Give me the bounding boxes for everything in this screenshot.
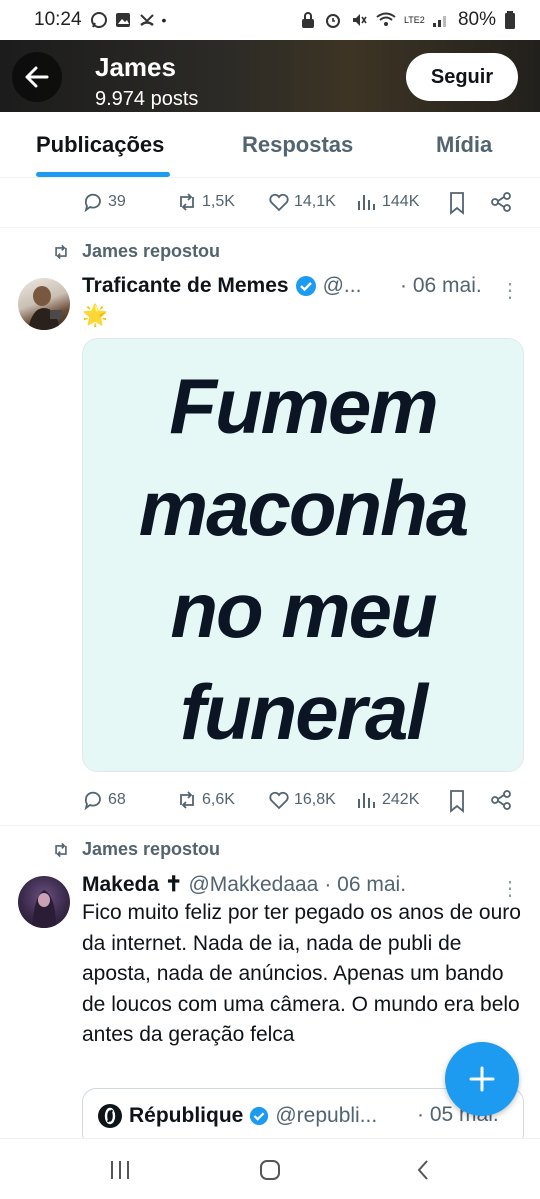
reply-count: 68 (108, 791, 126, 808)
tweet-emoji: 🌟 (82, 304, 109, 327)
views-icon (358, 793, 375, 808)
image-text-line: funeral (179, 668, 428, 756)
mute-icon (352, 14, 367, 26)
quoted-author: République @republi... (97, 1103, 377, 1129)
back-button[interactable] (12, 52, 62, 102)
share-icon[interactable] (490, 191, 512, 213)
image-text-line: maconha (138, 464, 469, 552)
more-options-icon[interactable]: ⋮ (500, 278, 520, 303)
bookmark-icon[interactable] (446, 789, 468, 813)
tweet-author[interactable]: Makeda ✝ @Makkedaaa · 06 mai. (82, 872, 406, 897)
tweet-author[interactable]: Traficante de Memes @... (82, 274, 361, 298)
tab-respostas[interactable]: Respostas (242, 132, 353, 158)
repost-indicator: James repostou (52, 839, 220, 860)
view-count: 242K (382, 791, 420, 808)
quoted-handle: @republi... (275, 1104, 378, 1127)
like-count: 16,8K (294, 791, 336, 808)
author-name: Makeda ✝ (82, 873, 183, 896)
verified-icon (250, 1106, 269, 1126)
repost-icon (180, 791, 194, 809)
whatsapp-icon (90, 12, 107, 28)
image-text-line: Fumem (169, 362, 438, 450)
post-actions: 39 1,5K 14,1K 144K (0, 182, 540, 222)
gallery-icon (115, 13, 130, 27)
notification-icons: • (90, 11, 167, 29)
divider (0, 227, 540, 228)
lock-icon (301, 12, 314, 28)
repost-label: James repostou (82, 241, 221, 261)
bookmark-icon[interactable] (446, 191, 468, 215)
tweet-text: Fico muito feliz por ter pegado os anos … (82, 901, 521, 1046)
heart-icon (269, 193, 289, 212)
battery-icon (505, 11, 515, 29)
post-actions: 68 6,6K 16,8K 242K (0, 780, 540, 820)
repost-count: 1,5K (202, 193, 235, 210)
divider (0, 825, 540, 826)
reply-button[interactable]: 68 (82, 789, 126, 811)
views-icon (358, 195, 375, 210)
status-time: 10:24 (34, 9, 82, 30)
like-button[interactable]: 14,1K (268, 191, 336, 213)
like-count: 14,1K (294, 193, 336, 210)
views-button[interactable]: 144K (356, 191, 419, 213)
author-name: Traficante de Memes (82, 274, 289, 297)
repost-button[interactable]: 1,5K (176, 191, 235, 213)
android-nav-bar (0, 1138, 540, 1199)
recent-apps-icon[interactable] (109, 1159, 131, 1181)
republique-logo-icon (98, 1104, 122, 1128)
image-text-line: no meu (170, 566, 437, 654)
reply-button[interactable]: 39 (82, 191, 126, 213)
profile-header: James 9.974 posts Seguir (0, 40, 540, 112)
heart-icon (269, 791, 289, 810)
tweet-image[interactable]: Fumem maconha no meu funeral (82, 338, 524, 772)
repost-indicator: James repostou (52, 241, 220, 262)
missed-call-icon (139, 14, 154, 27)
home-icon[interactable] (259, 1159, 281, 1181)
reply-icon (84, 791, 101, 811)
repost-count: 6,6K (202, 791, 235, 808)
avatar[interactable] (18, 876, 70, 928)
repost-button[interactable]: 6,6K (176, 789, 235, 811)
view-count: 144K (382, 193, 420, 210)
repost-label: James repostou (82, 839, 221, 859)
compose-button[interactable] (445, 1042, 519, 1116)
system-icons: LTE2 80% (300, 9, 516, 31)
plus-icon (469, 1066, 495, 1092)
repost-icon (55, 244, 67, 259)
views-button[interactable]: 242K (356, 789, 419, 811)
share-icon[interactable] (490, 789, 512, 811)
post-count: 9.974 posts (95, 88, 199, 110)
profile-tabs: Publicações Respostas Mídia (0, 112, 540, 178)
signal-icon (432, 16, 446, 27)
reply-count: 39 (108, 193, 126, 210)
author-handle: @Makkedaaa (188, 872, 319, 896)
author-handle: @... (322, 274, 362, 297)
tweet-date: · 06 mai. (400, 274, 482, 297)
reply-icon (84, 193, 101, 213)
like-button[interactable]: 16,8K (268, 789, 336, 811)
avatar[interactable] (18, 278, 70, 330)
back-nav-icon[interactable] (413, 1159, 435, 1181)
follow-button[interactable]: Seguir (406, 53, 518, 101)
profile-name: James (95, 52, 176, 82)
battery-percent: 80% (457, 9, 496, 30)
tab-midia[interactable]: Mídia (436, 132, 492, 158)
active-tab-indicator (36, 172, 170, 177)
tweet-date: · 06 mai. (324, 872, 407, 896)
network-type: LTE2 (403, 14, 425, 25)
quoted-author-name: République (129, 1104, 244, 1127)
tab-publicacoes[interactable]: Publicações (36, 132, 164, 158)
alarm-icon (325, 14, 340, 28)
more-notifications-dot: • (161, 12, 167, 28)
verified-icon (295, 276, 316, 296)
arrow-left-icon (25, 66, 49, 88)
wifi-icon (376, 12, 396, 26)
repost-icon (180, 193, 194, 211)
repost-icon (55, 842, 67, 857)
status-bar: 10:24 • LTE2 80% (0, 0, 540, 40)
